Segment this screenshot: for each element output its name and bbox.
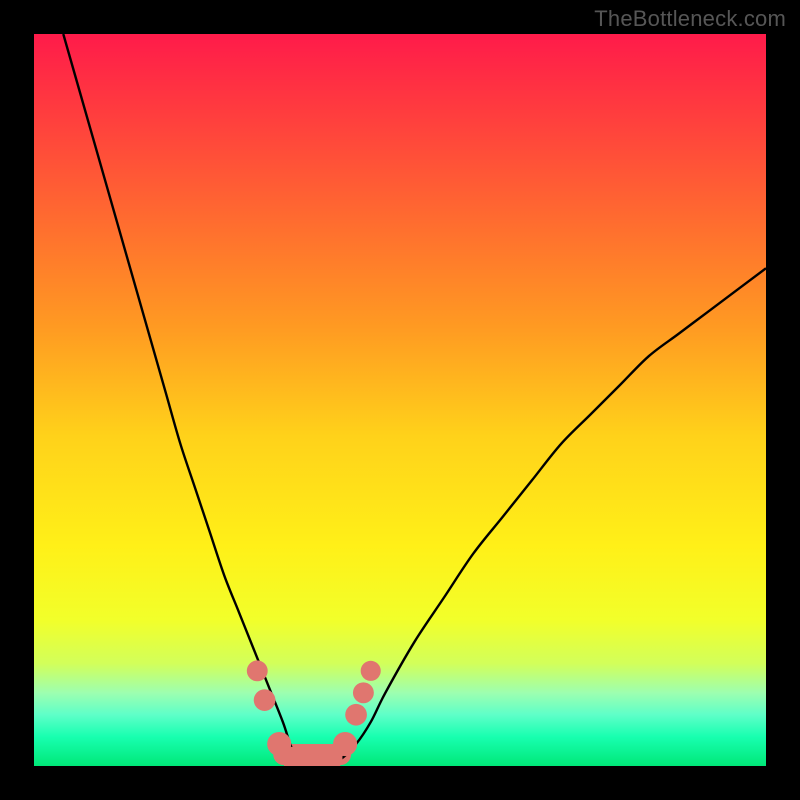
curve-marker (345, 704, 367, 726)
watermark-text: TheBottleneck.com (594, 6, 786, 32)
curve-marker (353, 682, 374, 703)
curve-marker (361, 661, 381, 681)
curve-marker (247, 660, 268, 681)
curve-marker (333, 732, 357, 756)
plot-area (34, 34, 766, 766)
curve-marker (254, 689, 276, 711)
chart-frame: TheBottleneck.com (0, 0, 800, 800)
plot-svg (34, 34, 766, 766)
gradient-background (34, 34, 766, 766)
